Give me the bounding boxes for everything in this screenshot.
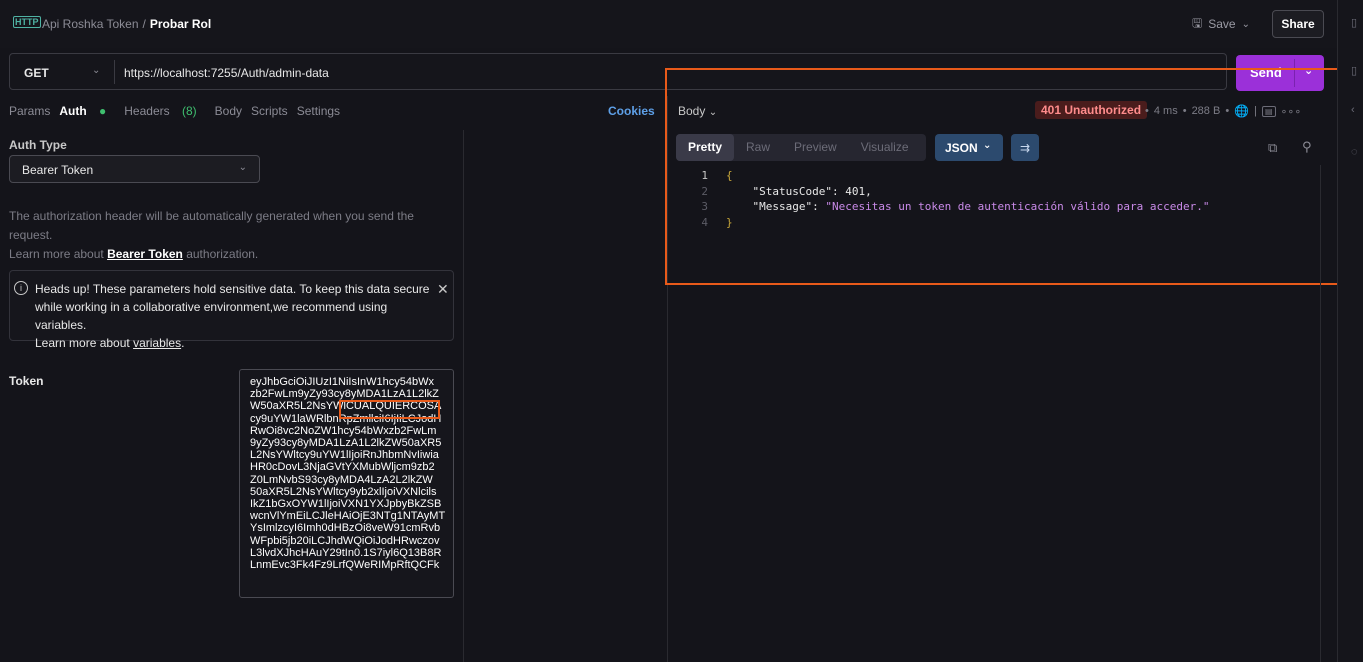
- tab-headers-label: Headers: [124, 104, 170, 118]
- headers-count: (8): [181, 104, 197, 118]
- info-icon[interactable]: ◌: [1351, 146, 1358, 158]
- breadcrumb-collection[interactable]: Api Roshka Token: [42, 17, 139, 31]
- token-annotation-box: [339, 400, 440, 419]
- tab-headers[interactable]: Headers (8): [124, 104, 205, 118]
- breadcrumb-request[interactable]: Probar Rol: [150, 17, 211, 31]
- top-bar: HTTP Api Roshka Token / Probar Rol 🖫 Save …: [0, 0, 1337, 48]
- auth-description: The authorization header will be automat…: [9, 207, 459, 264]
- auth-desc-pre: Learn more about: [9, 247, 108, 261]
- breadcrumb: Api Roshka Token / Probar Rol: [42, 17, 211, 31]
- http-icon: HTTP: [13, 16, 41, 28]
- auth-type-select[interactable]: Bearer Token ⌄: [9, 155, 260, 183]
- save-button[interactable]: 🖫 Save ⌄: [1192, 12, 1250, 36]
- cookies-link[interactable]: Cookies: [608, 104, 655, 118]
- divider: [114, 60, 115, 84]
- auth-desc-line1: The authorization header will be automat…: [9, 209, 414, 242]
- tab-auth[interactable]: Auth ●: [59, 104, 115, 118]
- tab-body[interactable]: Body: [215, 104, 242, 118]
- method-select[interactable]: GET: [24, 66, 49, 80]
- alert-learn-post: .: [181, 336, 185, 350]
- breadcrumb-separator: /: [142, 17, 146, 31]
- auth-divider: [463, 130, 464, 662]
- info-icon: i: [14, 281, 28, 295]
- auth-type-value: Bearer Token: [22, 163, 94, 177]
- auth-desc-post: authorization.: [182, 247, 259, 261]
- share-button[interactable]: Share: [1272, 10, 1324, 38]
- response-annotation-box: [665, 68, 1355, 285]
- auth-indicator: ●: [99, 104, 107, 118]
- tab-scripts[interactable]: Scripts: [251, 104, 288, 118]
- chevron-down-icon: ⌄: [238, 162, 247, 173]
- comments-icon[interactable]: ▯: [1351, 64, 1357, 77]
- save-label: Save: [1208, 17, 1236, 31]
- bearer-token-link[interactable]: Bearer Token: [107, 247, 183, 261]
- auth-type-label: Auth Type: [9, 138, 67, 152]
- chevron-down-icon: ⌄: [1241, 18, 1250, 30]
- right-sidebar: [1337, 0, 1363, 662]
- sensitive-data-alert: i Heads up! These parameters hold sensit…: [9, 270, 454, 350]
- chevron-down-icon[interactable]: ⌄: [92, 65, 100, 76]
- request-tabs: Params Auth ● Headers (8) Body Scripts S…: [9, 104, 349, 118]
- alert-learn-pre: Learn more about: [35, 336, 134, 350]
- save-icon: 🖫: [1192, 15, 1203, 30]
- tab-auth-label: Auth: [59, 104, 87, 118]
- variables-link[interactable]: variables: [133, 336, 181, 350]
- tab-settings[interactable]: Settings: [297, 104, 340, 118]
- close-icon[interactable]: ✕: [437, 281, 449, 298]
- url-input[interactable]: https://localhost:7255/Auth/admin-data: [124, 66, 329, 80]
- scrollbar[interactable]: [1320, 165, 1321, 662]
- code-icon[interactable]: ‹: [1351, 104, 1355, 116]
- alert-text: Heads up! These parameters hold sensitiv…: [35, 282, 430, 332]
- docs-icon[interactable]: ▯: [1351, 16, 1357, 29]
- token-label: Token: [9, 374, 44, 388]
- tab-params[interactable]: Params: [9, 104, 50, 118]
